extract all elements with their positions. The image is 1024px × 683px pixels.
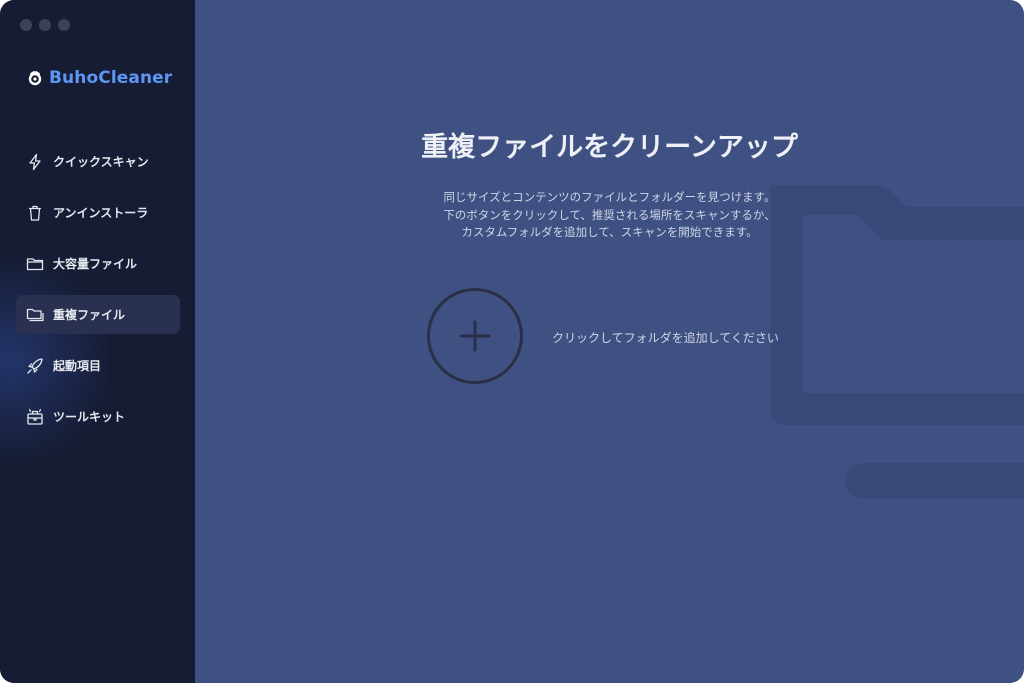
add-folder-label[interactable]: クリックしてフォルダを追加してください (552, 329, 779, 346)
sidebar-item-quick-scan[interactable]: クイックスキャン (16, 142, 180, 181)
sidebar-item-toolkit[interactable]: ツールキット (16, 397, 180, 436)
duplicate-folder-icon (26, 308, 44, 321)
sidebar-item-large-files[interactable]: 大容量ファイル (16, 244, 180, 283)
sidebar-item-startup-items[interactable]: 起動項目 (16, 346, 180, 385)
zoom-window-button[interactable] (58, 19, 70, 31)
plus-icon (459, 320, 491, 352)
page-title: 重複ファイルをクリーンアップ (421, 132, 798, 163)
add-folder-button[interactable] (427, 288, 523, 384)
description-line: カスタムフォルダを追加して、スキャンを開始できます。 (461, 225, 758, 239)
page-description: 同じサイズとコンテンツのファイルとフォルダーを見つけます。 下のボタンをクリック… (195, 189, 1024, 242)
main-panel: 重複ファイルをクリーンアップ 同じサイズとコンテンツのファイルとフォルダーを見つ… (195, 0, 1024, 683)
sidebar-item-uninstaller[interactable]: アンインストーラ (16, 193, 180, 232)
sidebar-nav: クイックスキャン アンインストーラ 大容量ファイル 重複ファイル 起動項目 ツー… (16, 142, 180, 448)
sidebar-item-label: アンインストーラ (53, 206, 149, 220)
buho-logo-icon (28, 71, 42, 86)
description-line: 同じサイズとコンテンツのファイルとフォルダーを見つけます。 (443, 190, 776, 204)
app-window: BuhoCleaner クイックスキャン アンインストーラ 大容量ファイル 重複… (0, 0, 1024, 683)
window-controls (20, 19, 70, 31)
sidebar-item-label: 重複ファイル (53, 308, 126, 322)
toolkit-icon (27, 408, 43, 425)
folder-icon (26, 257, 44, 270)
sidebar-item-label: ツールキット (53, 410, 126, 424)
close-window-button[interactable] (20, 19, 32, 31)
rocket-icon (27, 357, 43, 374)
app-name: BuhoCleaner (49, 68, 173, 88)
sidebar-item-label: クイックスキャン (53, 155, 149, 169)
minimize-window-button[interactable] (39, 19, 51, 31)
sidebar-item-label: 起動項目 (53, 359, 102, 373)
brand: BuhoCleaner (27, 68, 172, 88)
sidebar-item-duplicate-files[interactable]: 重複ファイル (16, 295, 180, 334)
sidebar: BuhoCleaner クイックスキャン アンインストーラ 大容量ファイル 重複… (0, 0, 195, 683)
lightning-icon (29, 153, 41, 170)
description-line: 下のボタンをクリックして、推奨される場所をスキャンするか、 (443, 207, 776, 222)
sidebar-item-label: 大容量ファイル (53, 257, 138, 271)
trash-icon (29, 205, 41, 221)
